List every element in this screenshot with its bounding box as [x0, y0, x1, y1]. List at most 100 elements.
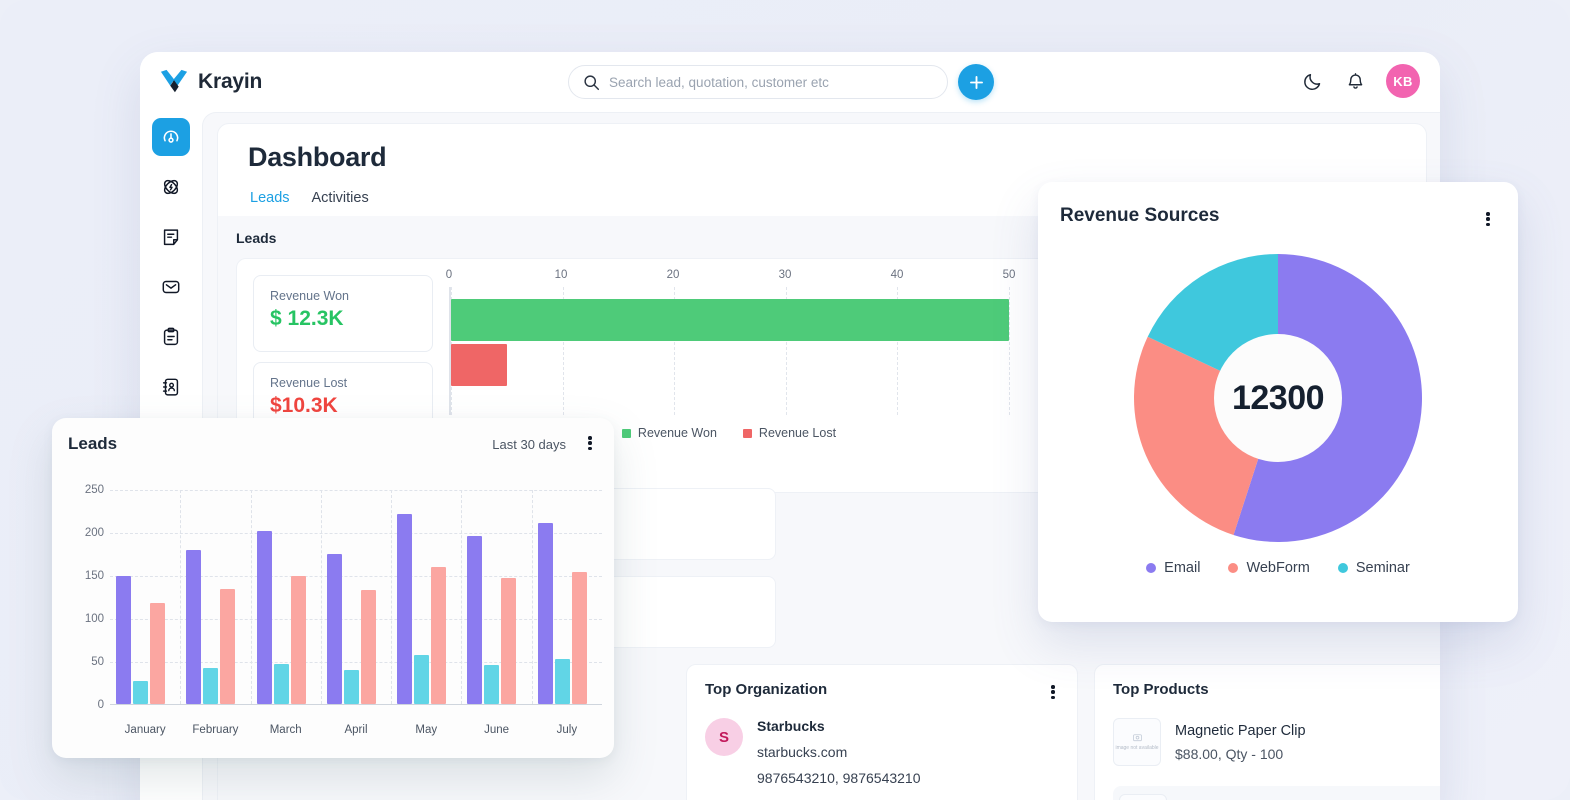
hbar-lost — [451, 344, 507, 386]
legend-color-dot — [1146, 563, 1156, 573]
product-name: Magnetic Paper Clip — [1175, 723, 1306, 739]
top-organization-title: Top Organization — [705, 681, 1059, 698]
legend-item-email[interactable]: Email — [1146, 560, 1200, 576]
leads-bar-salmon[interactable] — [361, 590, 376, 704]
sidebar-item-leads[interactable] — [152, 168, 190, 206]
sidebar-item-contacts[interactable] — [152, 368, 190, 406]
leads-y-tick-label: 200 — [85, 527, 104, 539]
top-organization-kebab-menu-icon[interactable] — [1045, 683, 1061, 701]
product-thumb-caption: image not available — [1115, 745, 1158, 751]
revenue-horizontal-bar-chart: 01020304050 — [449, 269, 1009, 419]
leads-y-tick-label: 0 — [98, 699, 104, 711]
bell-icon — [1345, 71, 1366, 92]
leads-bar-salmon[interactable] — [150, 603, 165, 704]
leads-bar-purple[interactable] — [467, 536, 482, 704]
leads-bar-cyan[interactable] — [274, 664, 289, 704]
leads-bar-purple[interactable] — [327, 554, 342, 704]
top-products-card: Top Products image not available — [1094, 664, 1440, 800]
leads-bar-group — [397, 514, 446, 704]
leads-x-tick-label: April — [344, 724, 367, 736]
leads-gridline-horizontal — [110, 490, 602, 491]
screen-root: Krayin — [0, 0, 1570, 800]
leads-bar-purple[interactable] — [538, 523, 553, 704]
legend-color-dot — [1228, 563, 1238, 573]
legend-label: Email — [1164, 560, 1200, 576]
product-list-item[interactable]: Secret Stadium Sauce — [1113, 786, 1440, 800]
leads-bar-cyan[interactable] — [484, 665, 499, 704]
sidebar-item-mail[interactable] — [152, 268, 190, 306]
donut-center-total: 12300 — [1214, 334, 1342, 462]
add-new-button[interactable] — [958, 64, 994, 100]
leads-bar-purple[interactable] — [257, 531, 272, 704]
organization-website: starbucks.com — [757, 744, 921, 760]
leads-bar-purple[interactable] — [116, 576, 131, 704]
revenue-sources-kebab-menu-icon[interactable] — [1480, 210, 1496, 228]
leads-bar-group — [467, 536, 516, 704]
revenue-sources-title: Revenue Sources — [1060, 205, 1219, 227]
clipboard-list-icon — [160, 326, 182, 348]
revenue-sources-legend: Email WebForm Seminar — [1038, 560, 1518, 576]
legend-item-revenue-lost: Revenue Lost — [743, 426, 836, 440]
top-bar: Krayin — [140, 52, 1440, 112]
leads-bar-cyan[interactable] — [203, 668, 218, 704]
leads-bar-cyan[interactable] — [555, 659, 570, 704]
leads-gridline-vertical — [461, 490, 462, 704]
leads-x-tick-label: July — [557, 724, 577, 736]
tab-activities[interactable]: Activities — [310, 186, 371, 220]
leads-bar-salmon[interactable] — [291, 576, 306, 704]
leads-bar-group — [538, 523, 587, 704]
leads-bar-salmon[interactable] — [220, 589, 235, 704]
dark-mode-toggle[interactable] — [1300, 69, 1324, 93]
leads-bar-cyan[interactable] — [344, 670, 359, 704]
leads-x-tick-label: January — [125, 724, 166, 736]
legend-item-webform[interactable]: WebForm — [1228, 560, 1309, 576]
sidebar-item-quotes[interactable] — [152, 218, 190, 256]
hbar-tick-label: 50 — [1003, 269, 1016, 281]
leads-bar-cyan[interactable] — [414, 655, 429, 704]
leads-x-tick-label: June — [484, 724, 509, 736]
brand[interactable]: Krayin — [159, 68, 409, 96]
dashboard-tabs: Leads Activities — [248, 186, 371, 220]
image-placeholder-icon — [1132, 732, 1143, 743]
user-avatar[interactable]: KB — [1386, 64, 1420, 98]
leads-gridline-vertical — [251, 490, 252, 704]
legend-label: Seminar — [1356, 560, 1410, 576]
hbar-x-axis: 01020304050 — [449, 269, 1009, 285]
leads-bar-cyan[interactable] — [133, 681, 148, 704]
leads-y-tick-label: 100 — [85, 613, 104, 625]
quote-document-icon — [160, 226, 182, 248]
revenue-sources-card: Revenue Sources 12300 Email WebForm Semina… — [1038, 182, 1518, 622]
leads-gridline-horizontal — [110, 533, 602, 534]
moon-icon — [1302, 71, 1323, 92]
leads-bar-purple[interactable] — [186, 550, 201, 704]
leads-y-tick-label: 150 — [85, 570, 104, 582]
leads-x-tick-label: May — [415, 724, 437, 736]
legend-item-revenue-won: Revenue Won — [622, 426, 717, 440]
leads-atom-icon — [160, 176, 182, 198]
leads-gridline-vertical — [321, 490, 322, 704]
krayin-logo-icon — [159, 68, 189, 96]
leads-bar-purple[interactable] — [397, 514, 412, 704]
hbar-tick-label: 40 — [891, 269, 904, 281]
notifications-button[interactable] — [1343, 69, 1367, 93]
product-list-item[interactable]: image not available Magnetic Paper Clip … — [1113, 710, 1440, 774]
sidebar-item-dashboard[interactable] — [152, 118, 190, 156]
sidebar-item-activities[interactable] — [152, 318, 190, 356]
organization-phones: 9876543210, 9876543210 — [757, 770, 921, 786]
tab-leads[interactable]: Leads — [248, 186, 292, 220]
leads-monthly-bar-chart: 050100150200250JanuaryFebruaryMarchApril… — [68, 478, 602, 740]
legend-item-seminar[interactable]: Seminar — [1338, 560, 1410, 576]
hbar-tick-label: 0 — [446, 269, 452, 281]
page-title: Dashboard — [248, 142, 386, 173]
leads-bar-salmon[interactable] — [572, 572, 587, 704]
legend-color-swatch — [622, 429, 631, 438]
search-bar[interactable] — [568, 65, 948, 99]
revenue-won-card: Revenue Won $ 12.3K — [253, 275, 433, 352]
leads-gridline-vertical — [180, 490, 181, 704]
leads-bar-salmon[interactable] — [431, 567, 446, 704]
search-input[interactable] — [609, 75, 933, 90]
hbar-tick-label: 10 — [555, 269, 568, 281]
leads-card-kebab-menu-icon[interactable] — [582, 434, 598, 452]
leads-bar-salmon[interactable] — [501, 578, 516, 704]
leads-gridline-vertical — [391, 490, 392, 704]
